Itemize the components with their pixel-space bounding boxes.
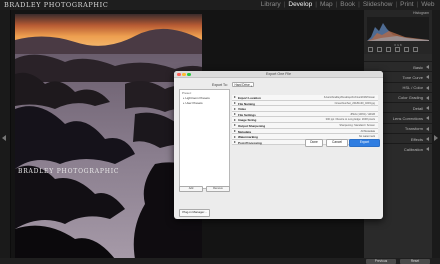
section-title: Video — [238, 107, 247, 112]
panel-basic[interactable]: Basic — [364, 61, 432, 71]
panel-label: Tone Curve — [402, 74, 423, 80]
previous-button[interactable]: Previous — [366, 258, 396, 264]
module-slideshow[interactable]: Slideshow — [361, 1, 394, 8]
remove-preset-button[interactable]: Remove — [206, 186, 230, 192]
photo-brandmark: BRADLEY PHOTOGRAPHIC — [18, 168, 120, 175]
top-bar: BRADLEY PHOTOGRAPHIC Library | Develop | M… — [0, 0, 440, 10]
collapse-triangle-icon — [426, 95, 429, 100]
module-web[interactable]: Web — [420, 1, 436, 8]
disclosure-triangle-icon — [234, 124, 236, 127]
collapse-triangle-icon — [426, 85, 429, 90]
panel-label: Lens Corrections — [392, 115, 423, 121]
collapse-triangle-icon — [426, 147, 429, 152]
section-title: Image Sizing — [238, 118, 257, 123]
export-to-label: Export To: — [212, 83, 228, 87]
section-title: File Settings — [238, 112, 256, 117]
spot-removal-tool-icon[interactable] — [377, 47, 382, 52]
left-panel-collapsed — [0, 10, 11, 258]
section-summary: /Users/bradley/Desktop/Archive/2018/Ocea… — [323, 96, 375, 100]
disclosure-triangle-icon — [234, 113, 236, 116]
section-summary: 300 ppi / Resize to Long Edge: 2048 pixe… — [325, 118, 375, 122]
export-to-select[interactable]: Hard Drive ▾ — [232, 81, 254, 88]
expand-left-arrow-icon[interactable] — [2, 135, 6, 141]
preset-list: Preset: Lightroom Presets User Presets — [179, 89, 230, 189]
export-button[interactable]: Export — [349, 139, 380, 147]
reset-button[interactable]: Reset — [400, 258, 430, 264]
preset-buttons: Add Remove — [179, 186, 230, 192]
module-print[interactable]: Print — [399, 1, 415, 8]
histogram-curves — [367, 23, 429, 41]
section-title: Watermarking — [238, 135, 258, 140]
section-title: Post-Processing — [238, 140, 262, 145]
add-preset-button[interactable]: Add — [179, 186, 203, 192]
collapse-triangle-icon — [426, 106, 429, 111]
panel-label: Transform — [404, 126, 423, 132]
right-panel-edge — [432, 10, 440, 258]
histogram-panel: Histogram R G B — [364, 10, 432, 54]
section-summary: Sharpening: Standard / Screen — [339, 124, 375, 128]
module-picker: Library | Develop | Map | Book | Slideshow | … — [259, 1, 436, 8]
panel-label: HSL / Color — [402, 85, 423, 91]
disclosure-triangle-icon — [234, 96, 236, 99]
dropdown-caret-icon: ▾ — [250, 85, 252, 88]
disclosure-triangle-icon — [234, 101, 236, 104]
collapse-triangle-icon — [426, 65, 429, 69]
module-library[interactable]: Library — [259, 1, 282, 8]
panel-label: Effects — [410, 136, 423, 142]
section-summary: No watermark — [358, 135, 375, 139]
panel-label: Basic — [413, 64, 423, 70]
done-button[interactable]: Done — [305, 139, 323, 147]
preset-header: Preset: — [182, 91, 192, 95]
module-book[interactable]: Book — [339, 1, 357, 8]
collapse-triangle-icon — [426, 75, 429, 80]
section-summary: All Metadata — [360, 129, 375, 133]
preset-folder-user[interactable]: User Presets — [183, 101, 202, 105]
section-title: Export Location — [238, 96, 261, 100]
panel-label: Color Grading — [398, 95, 423, 101]
disclosure-triangle-icon — [234, 135, 236, 138]
histogram-graph — [367, 17, 429, 41]
panel-label: Calibration — [403, 146, 423, 152]
export-settings-sections: Export Location/Users/bradley/Desktop/Ar… — [232, 95, 378, 146]
collapse-right-arrow-icon[interactable] — [434, 135, 438, 141]
cancel-button[interactable]: Cancel — [326, 139, 348, 147]
export-to-value: Hard Drive — [234, 82, 250, 87]
panel-label: Detail — [412, 105, 423, 111]
section-summary: JPEG (100%) / sRGB — [350, 112, 375, 116]
collapse-triangle-icon — [426, 137, 429, 142]
dialog-title: Export One File — [266, 72, 291, 76]
plugin-manager-button[interactable]: Plug-in Manager... — [179, 209, 210, 217]
radial-filter-tool-icon[interactable] — [404, 47, 409, 52]
collapse-triangle-icon — [426, 126, 429, 131]
section-title: Metadata — [238, 129, 252, 134]
section-title: Output Sharpening — [238, 123, 266, 128]
section-title: File Naming — [238, 101, 256, 106]
red-eye-tool-icon[interactable] — [386, 47, 391, 52]
disclosure-triangle-icon — [234, 118, 236, 121]
disclosure-triangle-icon — [234, 141, 236, 144]
identity-plate: BRADLEY PHOTOGRAPHIC — [4, 1, 109, 9]
disclosure-triangle-icon — [234, 107, 236, 110]
dialog-titlebar: Export One File — [174, 71, 383, 78]
module-develop[interactable]: Develop — [287, 1, 314, 8]
collapse-triangle-icon — [426, 116, 429, 121]
disclosure-triangle-icon — [234, 129, 236, 132]
module-map[interactable]: Map — [318, 1, 334, 8]
histogram-toolstrip — [368, 47, 418, 52]
graduated-filter-tool-icon[interactable] — [395, 47, 400, 52]
crop-tool-icon[interactable] — [368, 47, 373, 52]
bottom-toolbar: Previous Reset — [0, 258, 440, 264]
adjustment-brush-tool-icon[interactable] — [413, 47, 418, 52]
preset-folder-lightroom[interactable]: Lightroom Presets — [183, 96, 209, 100]
section-summary: OceanSunSet_20181130_0203.jpg — [334, 101, 375, 105]
histogram-title[interactable]: Histogram — [413, 11, 429, 15]
